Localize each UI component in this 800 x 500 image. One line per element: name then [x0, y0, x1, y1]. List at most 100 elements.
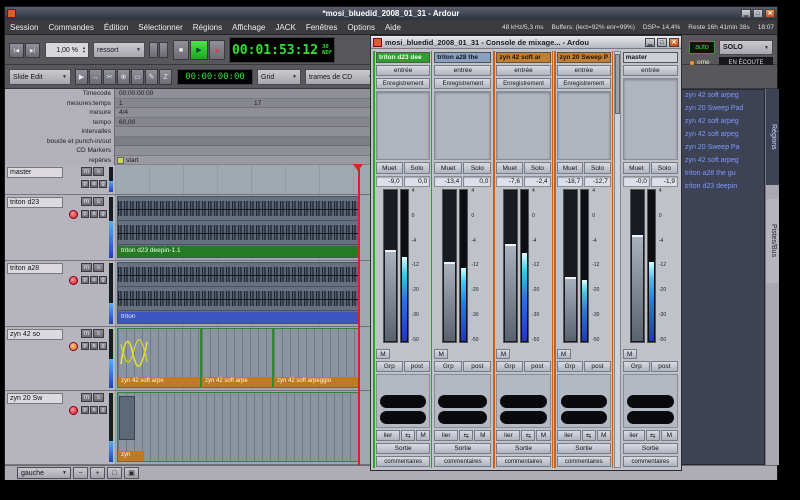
tool-object-button[interactable]: ▶ — [75, 69, 88, 85]
meter-reset-button[interactable]: M — [623, 349, 637, 359]
strip-name-button[interactable]: zyn 42 soft ar — [496, 52, 550, 63]
record-enable-button[interactable] — [69, 276, 78, 285]
mute-button[interactable]: m — [81, 263, 92, 272]
meter-reset-button[interactable]: M — [496, 349, 510, 359]
track-name-field[interactable]: zyn 42 so — [7, 329, 63, 340]
mixer-scrollbar[interactable] — [614, 51, 621, 468]
group-button[interactable]: Grp — [623, 361, 650, 372]
ruler-label-loop-punch[interactable]: boucle et punch-in/out — [5, 137, 114, 147]
pan-link-button[interactable]: lier — [434, 430, 458, 441]
zoom-in-button[interactable]: + — [90, 467, 105, 479]
mute-button[interactable]: m — [81, 393, 92, 402]
mute-button[interactable]: Muet — [557, 162, 584, 174]
stop-button[interactable]: ■ — [173, 40, 189, 60]
tool-cut-button[interactable]: ✂ — [103, 69, 116, 85]
track-name-field[interactable]: master — [7, 167, 63, 178]
close-icon[interactable]: ✕ — [765, 9, 775, 18]
tool-range-button[interactable]: ↔ — [89, 69, 102, 85]
ruler-label-ranges[interactable]: intervalles — [5, 127, 114, 137]
region-name-bar[interactable]: zyn 42 soft arpe — [202, 377, 272, 387]
tool-stretch-button[interactable]: ⊕ — [117, 69, 130, 85]
group-button[interactable]: Grp — [557, 361, 584, 372]
ruler-label-cd-markers[interactable]: CD Markers — [5, 146, 114, 156]
group-button[interactable]: g — [99, 180, 107, 188]
record-enable-button[interactable] — [69, 210, 78, 219]
tool-gain-button[interactable]: ▭ — [131, 69, 144, 85]
playlist-button[interactable]: p — [81, 406, 89, 414]
mute-button[interactable]: Muet — [623, 162, 650, 174]
group-button[interactable]: g — [99, 210, 107, 218]
comments-button[interactable]: commentaires — [376, 456, 430, 467]
region-list-item[interactable]: zyn 20 Sweep Pa — [682, 142, 764, 155]
snap-unit-select[interactable]: trames de CD ▼ — [305, 69, 377, 85]
solo-button[interactable]: s — [93, 329, 104, 338]
automation-button[interactable]: a — [90, 276, 98, 284]
pan-link-direction-icon[interactable]: ⇆ — [521, 430, 535, 441]
pan-bar-right[interactable] — [500, 411, 546, 424]
region-list-item[interactable]: zyn 20 Sweep Pad — [682, 103, 764, 116]
pan-mono-button[interactable]: M — [416, 430, 430, 441]
minimize-icon[interactable]: ▁ — [645, 38, 655, 47]
track-name-field[interactable]: triton a28 — [7, 263, 63, 274]
meter-point-button[interactable]: post — [584, 361, 611, 372]
zoom-selection-button[interactable]: ▣ — [124, 467, 139, 479]
gain-fader[interactable] — [383, 189, 398, 343]
solo-button[interactable]: Solo — [584, 162, 611, 174]
group-button[interactable]: Grp — [496, 361, 523, 372]
automation-button[interactable]: a — [90, 342, 98, 350]
processor-box[interactable] — [434, 91, 491, 160]
output-button[interactable]: Sortie — [496, 443, 550, 454]
track-header-zyn-42[interactable]: zyn 42 so m s p a g — [5, 327, 115, 391]
peak-display[interactable]: 0,0 — [463, 176, 491, 187]
tool-draw-button[interactable]: ✎ — [145, 69, 158, 85]
region-list[interactable]: zyn 42 soft arpeg zyn 20 Sweep Pad zyn 4… — [681, 89, 765, 465]
pan-link-direction-icon[interactable]: ⇆ — [582, 430, 596, 441]
record-enable-button[interactable]: Enregistrement — [376, 78, 430, 89]
track-header-triton-a28[interactable]: triton a28 m s p a g — [5, 261, 115, 327]
pan-mono-button[interactable]: M — [597, 430, 611, 441]
audio-region[interactable]: triton d23 deepin-1.1 — [117, 196, 359, 258]
peak-display[interactable]: -12,7 — [584, 176, 611, 187]
mute-button[interactable]: m — [81, 197, 92, 206]
pan-link-button[interactable]: lier — [623, 430, 645, 441]
track-name-field[interactable]: zyn 20 Sw — [7, 393, 63, 404]
record-enable-button[interactable]: Enregistrement — [557, 78, 611, 89]
pan-bar-left[interactable] — [380, 395, 426, 408]
pan-bar-left[interactable] — [561, 395, 607, 408]
mute-button[interactable]: Muet — [434, 162, 462, 174]
ruler-label-bars[interactable]: mesures:temps — [5, 99, 114, 109]
tab-regions[interactable]: Régions — [766, 89, 779, 185]
menu-edition[interactable]: Édition — [99, 21, 133, 34]
gain-fader[interactable] — [630, 189, 645, 343]
pan-bar-right[interactable] — [627, 411, 674, 424]
shuttle-speed-spinner[interactable]: 1,00 % ▲▼ — [45, 42, 89, 58]
solo-button[interactable]: s — [93, 393, 104, 402]
record-enable-button[interactable]: Enregistrement — [496, 78, 550, 89]
processor-box[interactable] — [496, 91, 550, 160]
mixer-titlebar[interactable]: mosi_bluedid_2008_01_31 - Console de mix… — [371, 36, 681, 49]
spinner-arrows-icon[interactable]: ▲▼ — [80, 46, 88, 54]
track-name-field[interactable]: triton d23 — [7, 197, 63, 208]
pan-link-direction-icon[interactable]: ⇆ — [401, 430, 415, 441]
region-name-bar[interactable]: zyn 42 soft arpe — [118, 377, 200, 387]
mute-button[interactable]: Muet — [496, 162, 523, 174]
menu-jack[interactable]: JACK — [270, 21, 300, 34]
strip-name-button[interactable]: master — [623, 52, 678, 63]
group-button[interactable]: Grp — [376, 361, 403, 372]
solo-button[interactable]: s — [93, 167, 104, 176]
edit-point-clock[interactable]: 00:00:00:00 — [177, 69, 253, 85]
tab-tracks-bus[interactable]: Pistes/Bus — [766, 199, 779, 283]
gain-display[interactable]: -9,0 — [376, 176, 403, 187]
comments-button[interactable]: commentaires — [434, 456, 491, 467]
tool-zoom-button[interactable]: Z — [159, 69, 172, 85]
region-list-item[interactable]: zyn 42 soft arpeg — [682, 129, 764, 142]
grid-mode-select[interactable]: Grid ▼ — [257, 69, 301, 85]
audio-region[interactable]: triton — [117, 262, 359, 324]
track-header-master[interactable]: master m s p a g — [5, 165, 115, 195]
meter-point-button[interactable]: post — [404, 361, 431, 372]
track-header-zyn-20[interactable]: zyn 20 Sw m s p a g — [5, 391, 115, 465]
playlist-button[interactable]: p — [81, 276, 89, 284]
gain-display[interactable]: -7,6 — [496, 176, 523, 187]
record-enable-button[interactable] — [69, 406, 78, 415]
menu-selectionner[interactable]: Sélectionner — [133, 21, 187, 34]
